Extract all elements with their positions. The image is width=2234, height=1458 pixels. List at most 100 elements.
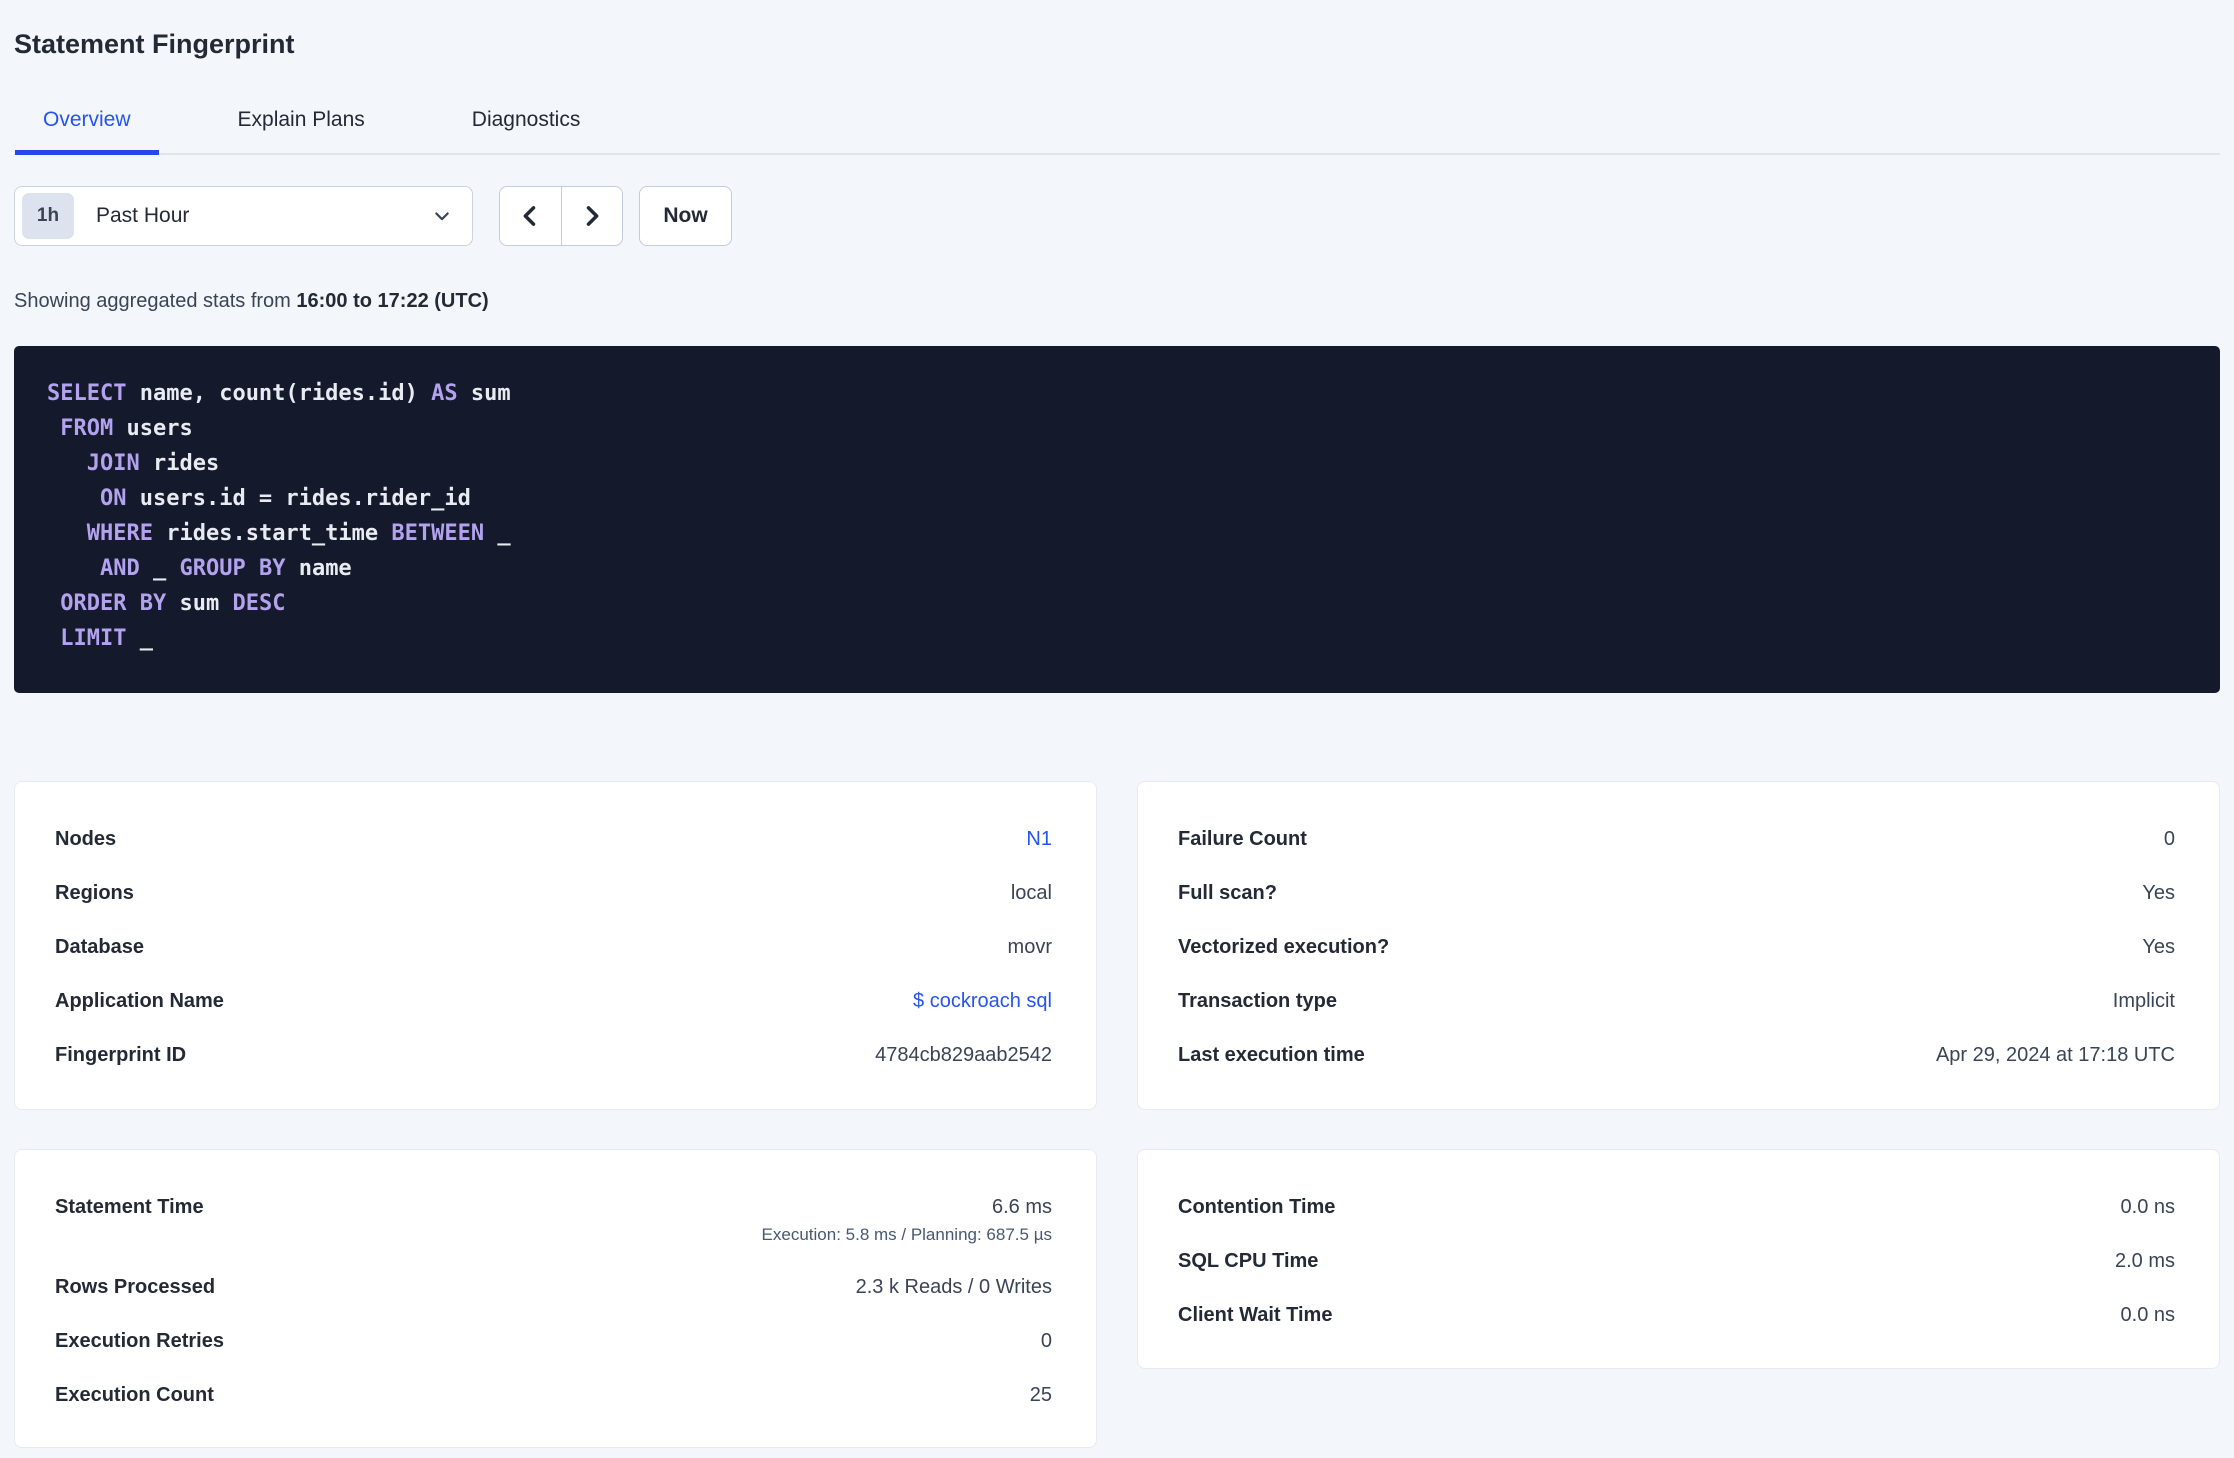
row-label: Database — [55, 936, 144, 958]
interval-arrows — [499, 186, 623, 246]
row-value-wrap: $ cockroach sql — [913, 988, 1052, 1014]
sql-keyword: AND — [99, 556, 140, 581]
interval-badge: 1h — [22, 193, 74, 239]
time-interval-dropdown[interactable]: 1h Past Hour — [14, 186, 473, 246]
row-value-link[interactable]: N1 — [1026, 826, 1052, 852]
tab-explain-plans-label: Explain Plans — [237, 108, 365, 131]
row-subvalue: Execution: 5.8 ms / Planning: 687.5 µs — [761, 1225, 1052, 1244]
sql-text: rides — [139, 451, 220, 476]
card-row: Contention Time 0.0 ns — [1178, 1180, 2175, 1234]
row-label: Failure Count — [1178, 828, 1307, 850]
row-value-wrap: 0 — [1041, 1328, 1052, 1354]
sql-keyword: DESC — [232, 591, 286, 616]
row-label: Full scan? — [1178, 882, 1277, 904]
sql-keyword: JOIN — [86, 451, 140, 476]
card-row: Last execution time Apr 29, 2024 at 17:18… — [1178, 1028, 2175, 1082]
row-value: Yes — [2142, 882, 2175, 904]
card-row: Vectorized execution? Yes — [1178, 920, 2175, 974]
row-value-wrap: 2.3 k Reads / 0 Writes — [856, 1274, 1052, 1300]
sql-text: sum — [457, 381, 511, 406]
card-row: Full scan? Yes — [1178, 866, 2175, 920]
chevron-down-icon — [432, 206, 452, 226]
statement-fingerprint-page: Statement Fingerprint Overview Explain P… — [0, 0, 2234, 1448]
sql-line: FROM users — [47, 411, 2187, 446]
prev-interval-button[interactable] — [500, 187, 562, 245]
row-value: 2.0 ms — [2114, 1250, 2175, 1272]
card-row: Rows Processed 2.3 k Reads / 0 Writes — [55, 1260, 1052, 1314]
execution-attributes-card: Failure Count 0 Full scan? Yes Vectorized ex… — [1137, 781, 2220, 1110]
sql-keyword: AS — [431, 381, 458, 406]
row-value-wrap: 0.0 ns — [2121, 1302, 2175, 1328]
tab-overview[interactable]: Overview — [15, 108, 159, 155]
row-label: Fingerprint ID — [55, 1044, 187, 1066]
card-row: Application Name $ cockroach sql — [55, 974, 1052, 1028]
row-value: 0.0 ns — [2120, 1196, 2175, 1218]
row-value: 4784cb829aab2542 — [875, 1044, 1052, 1066]
sql-text: _ — [139, 556, 180, 581]
sql-keyword: ON — [99, 486, 127, 511]
summary-cards-row-2: Statement Time 6.6 ms Execution: 5.8 ms / … — [14, 1149, 2220, 1448]
sql-text: name, count(rides.id) — [126, 381, 432, 406]
row-value-link[interactable]: $ cockroach sql — [913, 988, 1052, 1014]
row-value: 0.0 ns — [2120, 1304, 2175, 1326]
row-value-wrap: 25 — [1030, 1382, 1052, 1408]
sql-line: WHERE rides.start_time BETWEEN _ — [47, 516, 2187, 551]
tab-explain-plans[interactable]: Explain Plans — [210, 108, 393, 153]
tab-diagnostics-label: Diagnostics — [471, 108, 581, 131]
sql-keyword: WHERE — [86, 521, 153, 546]
card-row: Execution Retries 0 — [55, 1314, 1052, 1368]
row-label: Vectorized execution? — [1178, 936, 1390, 958]
sql-line: ON users.id = rides.rider_id — [47, 481, 2187, 516]
row-value-wrap: 0 — [2164, 826, 2175, 852]
row-value: local — [1010, 882, 1052, 904]
row-value-wrap: local — [1011, 880, 1052, 906]
row-label: SQL CPU Time — [1178, 1250, 1319, 1272]
next-interval-button[interactable] — [562, 187, 623, 245]
sql-text: _ — [126, 626, 153, 651]
row-value: 0 — [2163, 828, 2175, 850]
sql-text: sum — [166, 591, 233, 616]
row-label: Contention Time — [1178, 1196, 1336, 1218]
row-label: Transaction type — [1178, 990, 1337, 1012]
execution-stats-card: Statement Time 6.6 ms Execution: 5.8 ms / … — [14, 1149, 1097, 1448]
row-value-wrap: 4784cb829aab2542 — [875, 1042, 1052, 1068]
sql-text: users.id = rides.rider_id — [126, 486, 471, 511]
row-value-wrap: Yes — [2142, 934, 2175, 960]
row-value-wrap: 2.0 ms — [2115, 1248, 2175, 1274]
sql-text: name — [285, 556, 352, 581]
row-label: Last execution time — [1178, 1044, 1365, 1066]
chevron-left-icon — [516, 202, 544, 230]
row-value-wrap: Implicit — [2113, 988, 2175, 1014]
sql-statement-box: SELECT name, count(rides.id) AS sum FROM… — [14, 346, 2220, 693]
time-toolbar: 1h Past Hour Now — [14, 186, 2220, 246]
card-row: Failure Count 0 — [1178, 812, 2175, 866]
row-value: Apr 29, 2024 at 17:18 UTC — [1935, 1044, 2175, 1066]
page-title: Statement Fingerprint — [14, 29, 295, 59]
sql-line: SELECT name, count(rides.id) AS sum — [47, 376, 2187, 411]
aggregated-stats-prefix: Showing aggregated stats from — [14, 290, 297, 312]
row-label: Regions — [55, 882, 134, 904]
row-value-wrap: N1 — [1026, 826, 1052, 852]
card-row: Fingerprint ID 4784cb829aab2542 — [55, 1028, 1052, 1082]
row-value: 25 — [1029, 1384, 1052, 1406]
row-value: Implicit — [2112, 990, 2175, 1012]
card-row: Statement Time 6.6 ms Execution: 5.8 ms / … — [55, 1180, 1052, 1260]
aggregated-stats-range: 16:00 to 17:22 (UTC) — [296, 290, 489, 312]
row-value-wrap: Yes — [2142, 880, 2175, 906]
interval-label: Past Hour — [96, 204, 190, 227]
row-value-wrap: Apr 29, 2024 at 17:18 UTC — [1936, 1042, 2175, 1068]
tab-diagnostics[interactable]: Diagnostics — [444, 108, 609, 153]
card-row: Nodes N1 — [55, 812, 1052, 866]
now-button[interactable]: Now — [639, 186, 732, 246]
card-row: Database movr — [55, 920, 1052, 974]
row-value-wrap: 6.6 ms Execution: 5.8 ms / Planning: 687.… — [762, 1194, 1052, 1246]
tab-bar: Overview Explain Plans Diagnostics — [14, 108, 2220, 155]
row-value: movr — [1007, 936, 1052, 958]
sql-keyword: BETWEEN — [391, 521, 485, 546]
row-label: Application Name — [55, 990, 224, 1012]
tab-overview-label: Overview — [43, 108, 131, 131]
